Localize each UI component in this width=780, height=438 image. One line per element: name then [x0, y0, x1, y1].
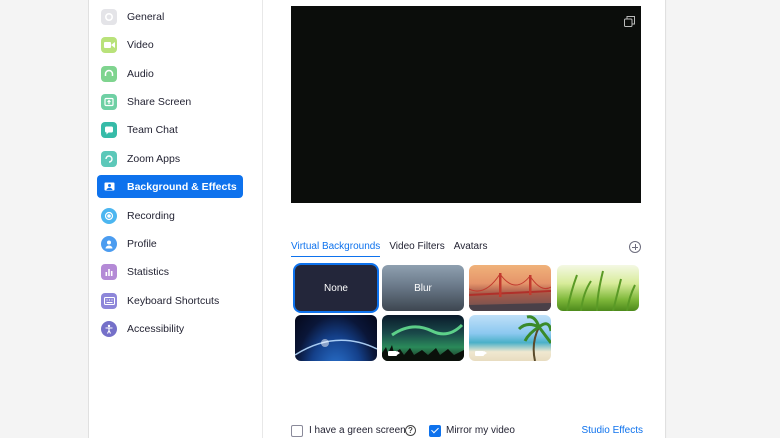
- thumb-label: Blur: [414, 282, 432, 294]
- desktop-right: [667, 0, 780, 438]
- sidebar-item-label: Audio: [127, 67, 154, 80]
- help-icon[interactable]: ?: [405, 425, 416, 436]
- popout-icon[interactable]: [624, 14, 635, 27]
- thumb-label: None: [324, 282, 348, 294]
- chat-icon: [101, 121, 117, 138]
- sidebar-item-video[interactable]: Video: [97, 33, 243, 56]
- video-preview: [291, 6, 641, 203]
- statistics-icon: [101, 263, 117, 280]
- mirror-video-label: Mirror my video: [446, 425, 515, 436]
- sidebar-item-zoom-apps[interactable]: Zoom Apps: [97, 147, 243, 170]
- sidebar-item-label: Share Screen: [127, 95, 192, 108]
- sidebar-item-share-screen[interactable]: Share Screen: [97, 90, 243, 113]
- accessibility-icon: [101, 320, 117, 337]
- tab-avatars[interactable]: Avatars: [454, 241, 488, 257]
- background-aurora[interactable]: [382, 315, 464, 361]
- effects-tabs: Virtual Backgrounds Video Filters Avatar…: [291, 241, 496, 257]
- sidebar-item-statistics[interactable]: Statistics: [97, 260, 243, 283]
- earth-image: [295, 339, 377, 356]
- studio-effects-link[interactable]: Studio Effects: [581, 425, 643, 437]
- background-none[interactable]: None: [295, 265, 377, 311]
- background-golden-gate[interactable]: [469, 265, 551, 311]
- background-earth[interactable]: [295, 315, 377, 361]
- tab-video-filters[interactable]: Video Filters: [389, 241, 444, 257]
- sidebar-item-label: Video: [127, 38, 154, 51]
- sidebar-item-label: Accessibility: [127, 322, 185, 335]
- settings-sidebar: General Video Audio Share Screen Team Ch…: [89, 0, 263, 438]
- sidebar-item-audio[interactable]: Audio: [97, 62, 243, 85]
- sidebar-item-label: Keyboard Shortcuts: [127, 294, 220, 307]
- keyboard-icon: [101, 292, 117, 309]
- sidebar-item-label: Team Chat: [127, 123, 178, 136]
- profile-icon: [101, 235, 117, 252]
- background-icon: [101, 178, 117, 195]
- sidebar-item-profile[interactable]: Profile: [97, 232, 243, 255]
- sidebar-item-label: General: [127, 10, 165, 23]
- video-badge-icon: [388, 351, 400, 356]
- apps-icon: [101, 150, 117, 167]
- settings-window: General Video Audio Share Screen Team Ch…: [88, 0, 666, 438]
- background-blur[interactable]: Blur: [382, 265, 464, 311]
- video-badge-icon: [475, 351, 487, 356]
- golden-gate-image: [469, 273, 551, 311]
- sidebar-item-label: Recording: [127, 209, 175, 222]
- grass-image: [566, 270, 636, 311]
- gear-icon: [101, 8, 117, 25]
- record-icon: [101, 207, 117, 224]
- sidebar-item-team-chat[interactable]: Team Chat: [97, 118, 243, 141]
- sidebar-item-accessibility[interactable]: Accessibility: [97, 317, 243, 340]
- background-effects-panel: Virtual Backgrounds Video Filters Avatar…: [263, 0, 667, 438]
- video-camera-icon: [101, 36, 117, 53]
- sidebar-item-label: Statistics: [127, 265, 170, 278]
- share-screen-icon: [101, 93, 117, 110]
- sidebar-item-general[interactable]: General: [97, 5, 243, 28]
- green-screen-checkbox[interactable]: [291, 425, 303, 437]
- headphones-icon: [101, 65, 117, 82]
- sidebar-item-label: Profile: [127, 237, 157, 250]
- sidebar-item-label: Zoom Apps: [127, 152, 181, 165]
- tab-virtual-backgrounds[interactable]: Virtual Backgrounds: [291, 241, 381, 257]
- background-grass[interactable]: [557, 265, 639, 311]
- mirror-video-checkbox[interactable]: [429, 425, 441, 437]
- background-beach[interactable]: [469, 315, 551, 361]
- sidebar-item-recording[interactable]: Recording: [97, 204, 243, 227]
- sidebar-item-label: Background & Effects: [127, 180, 237, 193]
- desktop-left: [0, 0, 88, 438]
- effects-footer: I have a green screen ? Mirror my video …: [291, 425, 643, 438]
- green-screen-label: I have a green screen: [309, 425, 406, 436]
- sidebar-item-background-effects[interactable]: Background & Effects: [97, 175, 243, 198]
- sidebar-item-keyboard-shortcuts[interactable]: Keyboard Shortcuts: [97, 289, 243, 312]
- add-icon[interactable]: [629, 241, 641, 253]
